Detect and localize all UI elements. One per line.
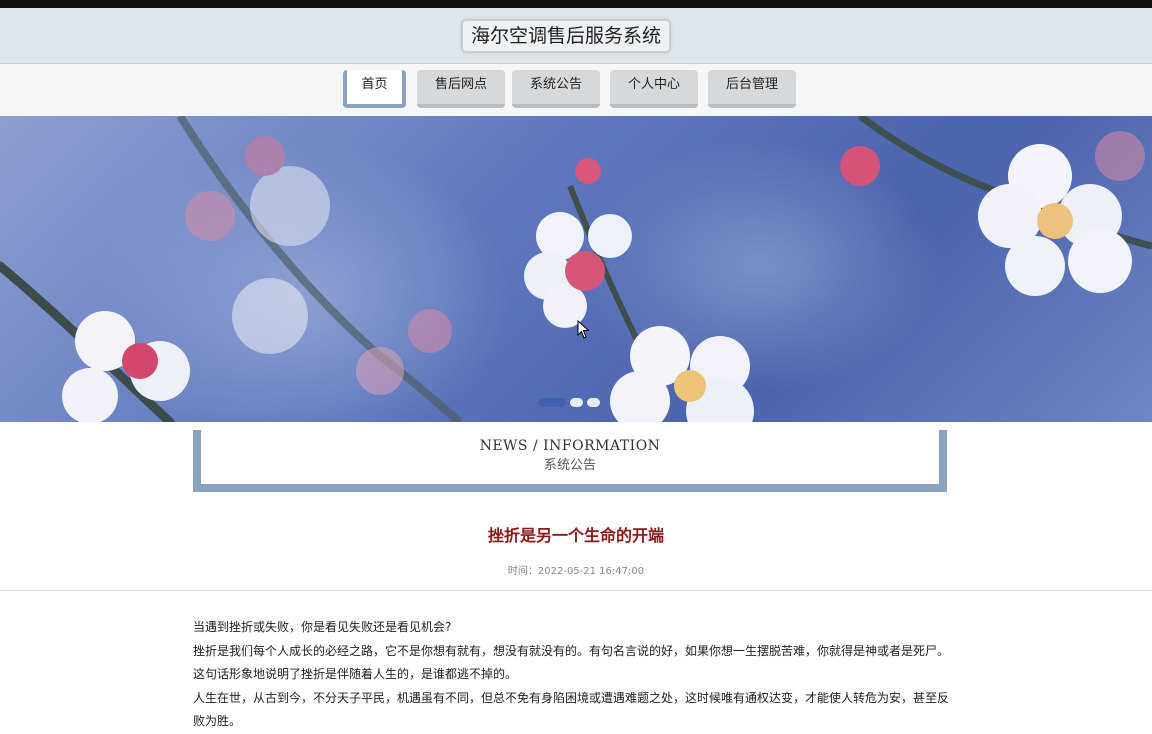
nav-item-home[interactable]: 首页 <box>343 70 406 108</box>
announcement-heading-box: NEWS / INFORMATION 系统公告 <box>193 430 947 492</box>
nav-item-personal-center[interactable]: 个人中心 <box>610 70 698 108</box>
article-body: 当遇到挫折或失败，你是看见失败还是看见机会? 挫折是我们每个人成长的必经之路，它… <box>193 616 953 734</box>
article-timestamp: 时间：2022-05-21 16:47:00 <box>507 566 645 577</box>
news-chinese-heading: 系统公告 <box>543 458 596 473</box>
nav-item-admin[interactable]: 后台管理 <box>708 70 796 108</box>
mouse-cursor-icon <box>577 320 590 339</box>
nav-item-announcements[interactable]: 系统公告 <box>512 70 600 108</box>
article-paragraph: 挫折是我们每个人成长的必经之路，它不是你想有就有，想没有就没有的。有句名言说的好… <box>193 643 950 682</box>
carousel-dot-1[interactable] <box>538 398 566 407</box>
content-divider <box>0 590 1152 591</box>
news-english-heading: NEWS / INFORMATION <box>479 438 661 454</box>
site-title: 海尔空调售后服务系统 <box>462 20 671 52</box>
article-paragraph: 人生在世，从古到今，不分天子平民，机遇虽有不同，但总不免有身陷困境或遭遇难题之处… <box>193 690 950 729</box>
main-nav: 首页 售后网点 系统公告 个人中心 后台管理 <box>0 64 1152 116</box>
carousel-dot-2[interactable] <box>570 398 583 407</box>
carousel-dot-3[interactable] <box>587 398 600 407</box>
site-header: 海尔空调售后服务系统 <box>0 8 1152 64</box>
window-top-strip <box>0 0 1152 8</box>
carousel-banner[interactable] <box>0 116 1152 422</box>
article-title: 挫折是另一个生命的开端 <box>487 526 664 545</box>
article-paragraph: 当遇到挫折或失败，你是看见失败还是看见机会? <box>193 620 452 634</box>
banner-image <box>0 116 1152 422</box>
nav-item-service-outlets[interactable]: 售后网点 <box>417 70 505 108</box>
